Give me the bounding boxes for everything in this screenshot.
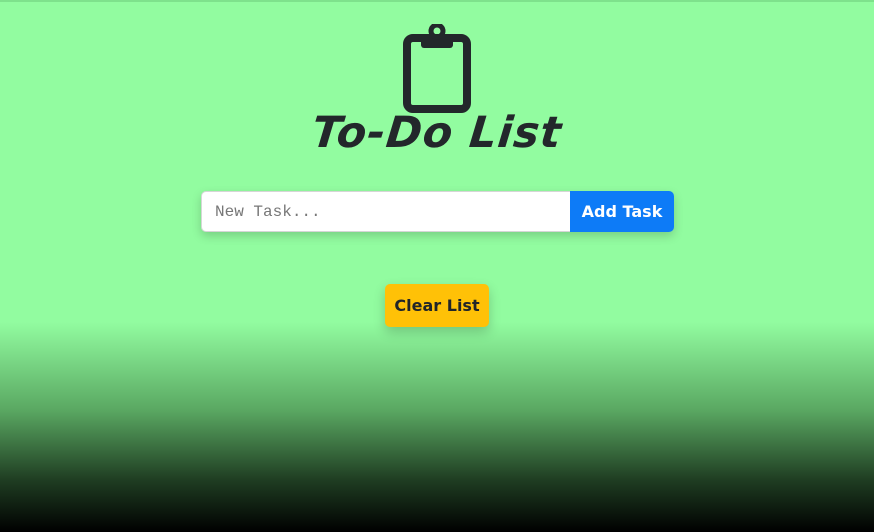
add-task-button[interactable]: Add Task <box>570 191 674 232</box>
top-strip <box>0 0 874 2</box>
new-task-input[interactable] <box>201 191 570 232</box>
add-task-form: Add Task <box>201 191 674 232</box>
clipboard-icon <box>403 22 471 114</box>
page-title: To-Do List <box>309 108 565 158</box>
clear-list-button[interactable]: Clear List <box>385 284 489 327</box>
